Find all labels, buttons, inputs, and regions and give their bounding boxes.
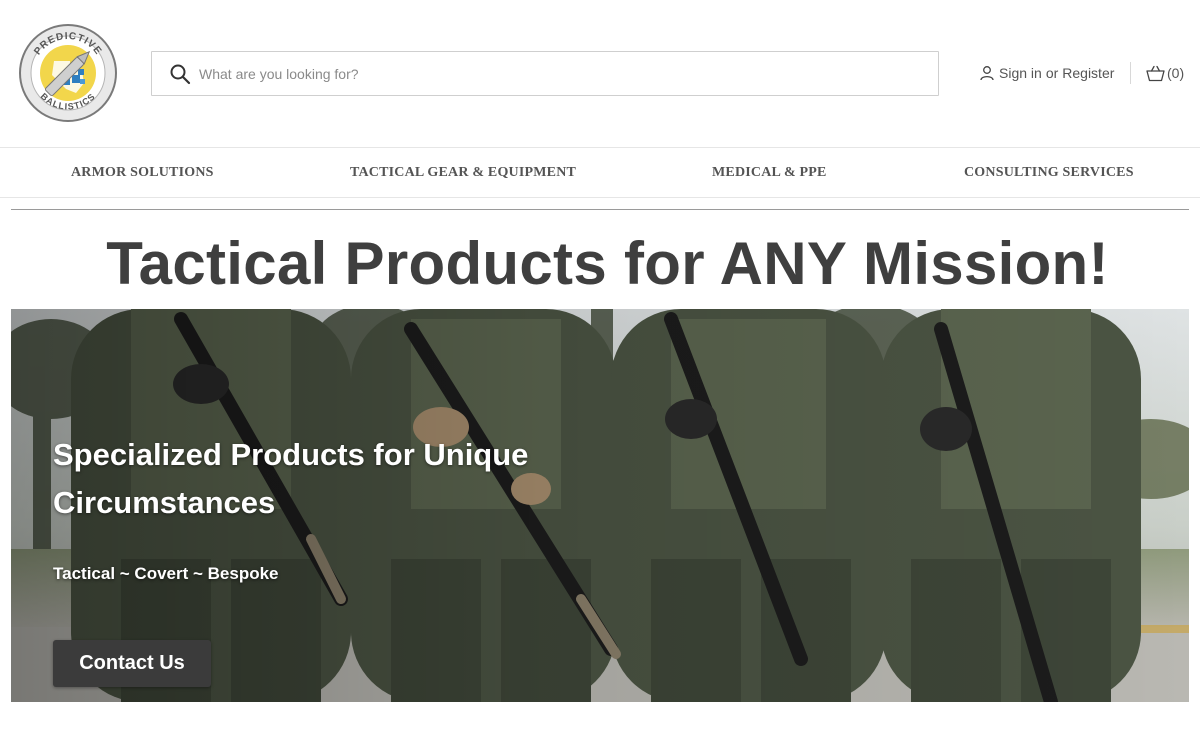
header-divider [1130, 62, 1131, 84]
register-link[interactable]: Register [1062, 65, 1114, 81]
cart-icon [1146, 65, 1165, 81]
hero-banner: Specialized Products for Unique Circumst… [11, 309, 1189, 702]
search-icon[interactable] [169, 63, 191, 85]
site-header: PREDICTIVE BALLISTICS Sign in or Registe… [0, 0, 1200, 147]
nav-item-tactical-gear[interactable]: TACTICAL GEAR & EQUIPMENT [350, 148, 576, 197]
or-text: or [1045, 65, 1059, 81]
main-navigation: ARMOR SOLUTIONS TACTICAL GEAR & EQUIPMEN… [0, 147, 1200, 198]
nav-item-consulting-services[interactable]: CONSULTING SERVICES [964, 148, 1134, 197]
user-icon [980, 66, 994, 81]
nav-item-medical-ppe[interactable]: MEDICAL & PPE [712, 148, 827, 197]
content-divider [11, 209, 1189, 210]
sign-in-link[interactable]: Sign in [999, 65, 1042, 81]
hero-heading: Specialized Products for Unique Circumst… [53, 437, 529, 520]
contact-us-button[interactable]: Contact Us [53, 640, 211, 687]
search-box[interactable] [151, 51, 939, 96]
page-title: Tactical Products for ANY Mission! [106, 230, 1109, 297]
search-input[interactable] [199, 65, 899, 82]
cart-link[interactable]: (0) [1146, 62, 1184, 84]
nav-item-armor-solutions[interactable]: ARMOR SOLUTIONS [71, 148, 214, 197]
cart-count: (0) [1167, 65, 1185, 81]
logo-graphic: PREDICTIVE BALLISTICS [19, 24, 117, 122]
account-links: Sign in or Register [979, 62, 1114, 84]
predictive-ballistics-logo[interactable]: PREDICTIVE BALLISTICS [18, 23, 118, 123]
hero-subheading: Tactical ~ Covert ~ Bespoke [53, 564, 279, 583]
